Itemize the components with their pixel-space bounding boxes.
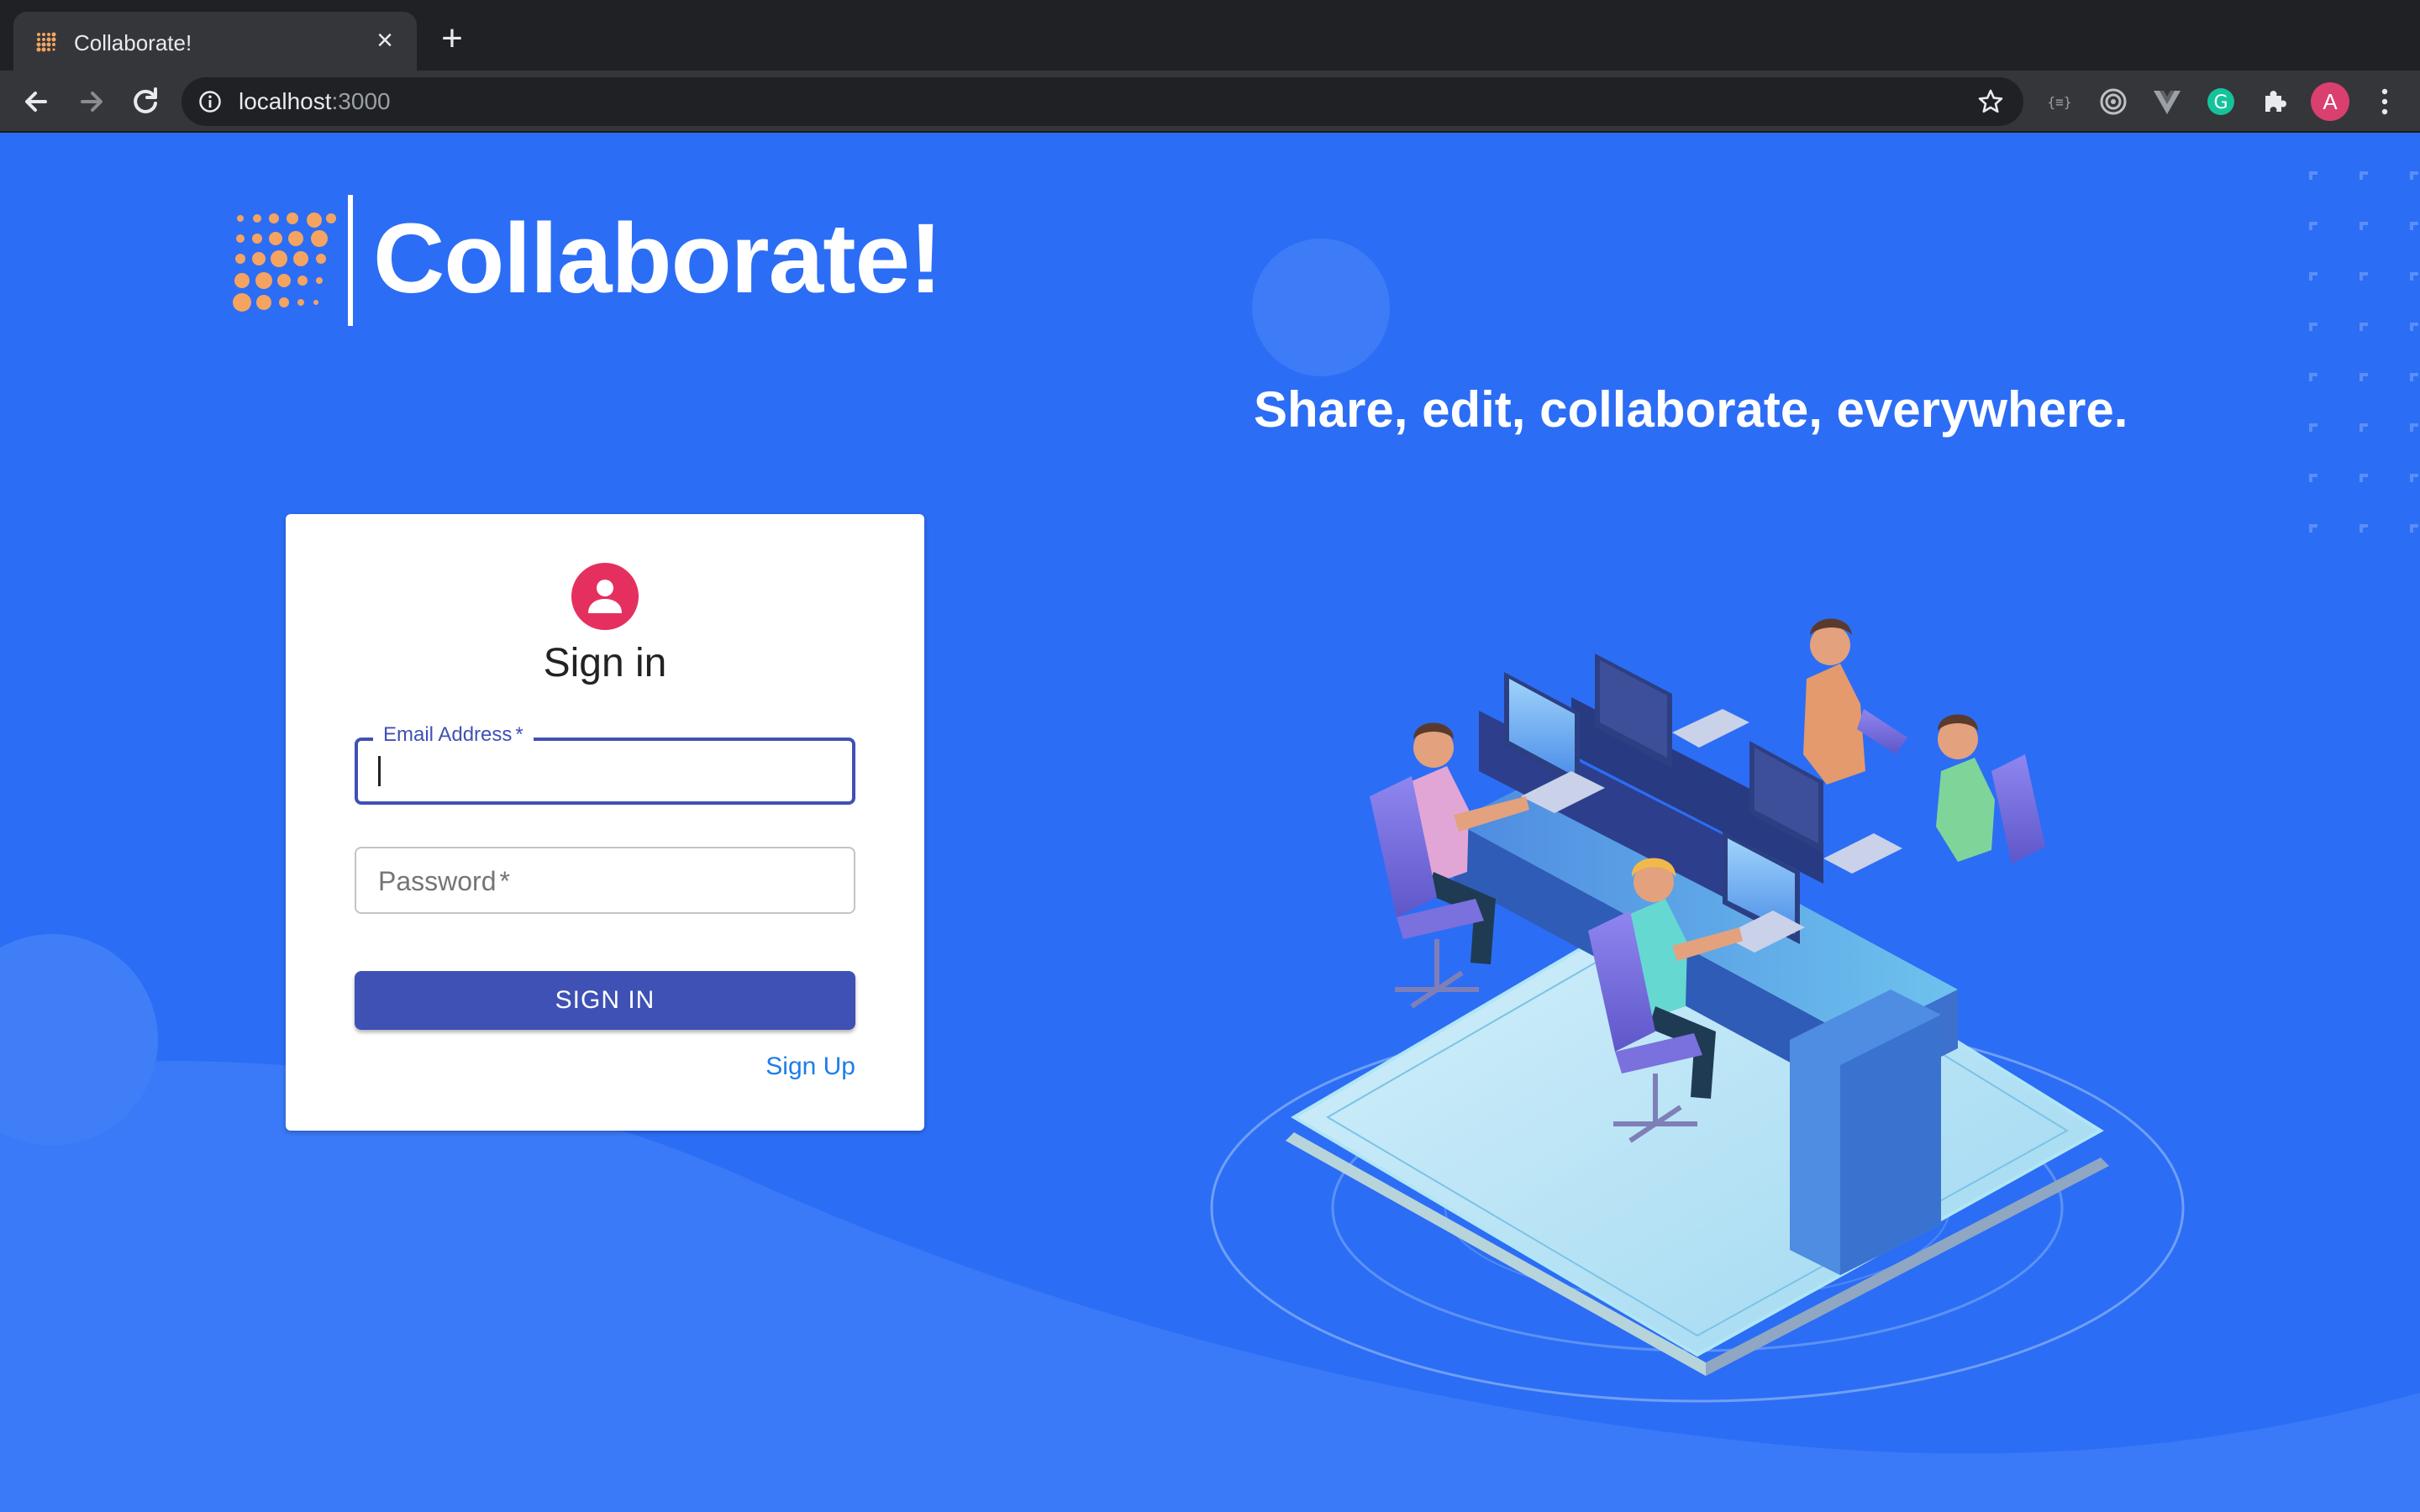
email-required-mark: *: [515, 723, 523, 746]
svg-text:{≡}: {≡}: [2048, 94, 2072, 110]
password-required-mark: *: [499, 866, 510, 896]
tab-title: Collaborate!: [74, 30, 192, 55]
hero-tagline: Share, edit, collaborate, everywhere.: [1254, 381, 2128, 438]
password-field[interactable]: Password *: [355, 847, 855, 914]
email-label: Email Address *: [373, 722, 534, 748]
puzzle-icon[interactable]: [2259, 86, 2291, 118]
signin-card: Sign in Email Address * Password * SIGN IN…: [286, 514, 924, 1131]
profile-avatar[interactable]: A: [2311, 82, 2349, 121]
password-placeholder: Password *: [378, 865, 510, 897]
password-placeholder-text: Password: [378, 866, 497, 896]
signin-title: Sign in: [543, 641, 667, 685]
tab-close-icon[interactable]: ×: [368, 24, 402, 57]
vue-devtools-icon[interactable]: [2151, 86, 2183, 118]
text-caret: [378, 756, 381, 786]
url-host: localhost: [239, 88, 332, 114]
email-field[interactable]: Email Address *: [355, 722, 855, 805]
collaborate-favicon-icon: [36, 32, 56, 52]
forward-arrow-icon[interactable]: [72, 82, 111, 121]
browser-tabstrip: Collaborate! × +: [0, 0, 2420, 71]
signup-link[interactable]: Sign Up: [765, 1052, 855, 1082]
browser-tab[interactable]: Collaborate! ×: [13, 12, 417, 71]
email-label-text: Email Address: [383, 723, 513, 746]
address-bar[interactable]: localhost:3000: [182, 77, 2023, 126]
brand-name: Collaborate!: [373, 203, 942, 314]
login-page: Collaborate! Share, edit, collaborate, e…: [0, 133, 2420, 1512]
collaborate-logo-icon: [233, 213, 336, 312]
info-icon[interactable]: [198, 90, 222, 113]
new-tab-button[interactable]: +: [434, 20, 471, 59]
logo-divider: [348, 195, 353, 326]
url-port: :3000: [331, 88, 391, 114]
bookmark-star-icon[interactable]: [1976, 87, 2005, 116]
team-workspace-illustration: [1210, 618, 2185, 1403]
browser-toolbar: localhost:3000 {≡} G A: [0, 71, 2420, 133]
json-viewer-icon[interactable]: {≡}: [2044, 86, 2075, 118]
svg-text:G: G: [2213, 92, 2228, 113]
kebab-menu-icon[interactable]: [2373, 86, 2396, 118]
reload-icon[interactable]: [126, 82, 165, 121]
url-text: localhost:3000: [239, 87, 391, 117]
signin-button[interactable]: SIGN IN: [355, 971, 855, 1030]
target-icon[interactable]: [2097, 86, 2129, 118]
user-avatar-icon: [571, 563, 639, 630]
grammarly-icon[interactable]: G: [2205, 86, 2237, 118]
back-arrow-icon[interactable]: [17, 82, 55, 121]
